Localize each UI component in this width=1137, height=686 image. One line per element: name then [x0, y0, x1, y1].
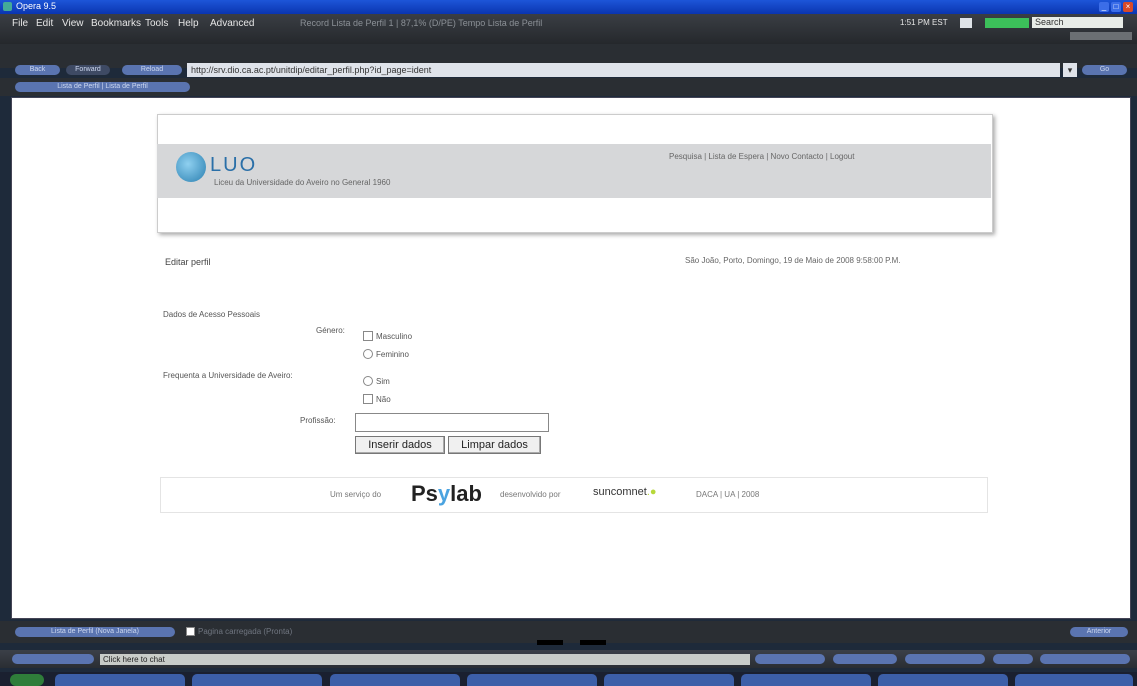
profession-label: Profissão:	[300, 416, 336, 425]
gender-label: Género:	[316, 326, 345, 335]
splitter-handle[interactable]	[537, 640, 563, 645]
chat-tool-5[interactable]	[1040, 654, 1130, 664]
menu-file[interactable]: File	[12, 18, 28, 29]
profession-input[interactable]	[355, 413, 549, 432]
online-status-icon	[985, 18, 1029, 28]
gender-feminino-label: Feminino	[376, 350, 409, 359]
footer-credits: DACA | UA | 2008	[696, 490, 760, 499]
suncomnet-logo[interactable]: suncomnet.●	[593, 486, 657, 498]
site-header-band	[157, 144, 991, 198]
gender-masculino-label: Masculino	[376, 332, 413, 341]
chat-tool-3[interactable]	[905, 654, 985, 664]
taskbar-item-4[interactable]	[467, 674, 597, 686]
status-checkbox[interactable]	[186, 627, 195, 636]
taskbar-item-8[interactable]	[1015, 674, 1133, 686]
window-title: Opera 9.5	[16, 1, 57, 11]
chat-tool-1[interactable]	[755, 654, 825, 664]
gender-feminino-radio[interactable]	[363, 349, 373, 359]
close-icon[interactable]: ×	[1123, 2, 1133, 12]
go-button[interactable]: Go	[1082, 65, 1127, 75]
back-button[interactable]: Back	[15, 65, 60, 75]
date-time-text: São João, Porto, Domingo, 19 de Maio de …	[685, 256, 901, 265]
taskbar-item-7[interactable]	[878, 674, 1008, 686]
university-nao-checkbox[interactable]	[363, 394, 373, 404]
clear-data-button[interactable]: Limpar dados	[448, 436, 541, 454]
header-links[interactable]: Pesquisa | Lista de Espera | Novo Contac…	[669, 152, 854, 161]
footer-developed-text: desenvolvido por	[500, 490, 561, 499]
menu-tools[interactable]: Tools	[145, 18, 168, 29]
chat-tool-4[interactable]	[993, 654, 1033, 664]
taskbar-item-3[interactable]	[330, 674, 460, 686]
toolbar-slider[interactable]	[1070, 32, 1132, 40]
window-title-bar: Opera 9.5 _ □ ×	[0, 0, 1137, 14]
tab-lista-de-perfil[interactable]: Lista de Perfil | Lista de Perfil	[15, 82, 190, 92]
menu-status-text: Record Lista de Perfil 1 | 87,1% (D/PE) …	[300, 18, 543, 28]
status-tab-pill[interactable]: Lista de Perfil (Nova Janela)	[15, 627, 175, 637]
start-button[interactable]	[10, 674, 44, 686]
maximize-icon[interactable]: □	[1111, 2, 1121, 12]
gender-masculino-checkbox[interactable]	[363, 331, 373, 341]
status-bar: Lista de Perfil (Nova Janela) Pagina car…	[0, 621, 1137, 645]
clock-text: 1:51 PM EST	[900, 18, 948, 27]
site-footer	[160, 477, 988, 513]
chat-input[interactable]: Click here to chat	[100, 654, 750, 665]
user-icon[interactable]	[960, 18, 972, 28]
university-sim-label: Sim	[376, 377, 390, 386]
taskbar-item-6[interactable]	[741, 674, 871, 686]
menu-bar: File Edit View Bookmarks Tools Help Adva…	[0, 14, 1137, 44]
chevron-down-icon[interactable]: ▾	[1063, 63, 1077, 77]
menu-help[interactable]: Help	[178, 18, 199, 29]
status-right-pill[interactable]: Anterior	[1070, 627, 1128, 637]
university-label: Frequenta a Universidade de Aveiro:	[163, 371, 293, 380]
status-text: Pagina carregada (Pronta)	[198, 627, 293, 636]
taskbar-item-5[interactable]	[604, 674, 734, 686]
university-nao-label: Não	[376, 395, 391, 404]
reload-button[interactable]: Reload	[122, 65, 182, 75]
logo-icon	[176, 152, 206, 182]
site-logo[interactable]: LUO	[210, 154, 257, 177]
menu-view[interactable]: View	[62, 18, 84, 29]
university-sim-radio[interactable]	[363, 376, 373, 386]
psylab-logo[interactable]: Psylab	[411, 481, 482, 507]
address-input[interactable]: http://srv.dio.ca.ac.pt/unitdip/editar_p…	[187, 63, 1060, 77]
menu-edit[interactable]: Edit	[36, 18, 53, 29]
minimize-icon[interactable]: _	[1099, 2, 1109, 12]
app-icon	[3, 2, 12, 11]
site-subtitle: Liceu da Universidade do Aveiro no Gener…	[214, 178, 391, 187]
menu-bookmarks[interactable]: Bookmarks	[91, 18, 141, 29]
form-section-title: Dados de Acesso Pessoais	[163, 310, 260, 319]
insert-data-button[interactable]: Inserir dados	[355, 436, 445, 454]
footer-service-text: Um serviço do	[330, 490, 382, 499]
menu-advanced[interactable]: Advanced	[210, 18, 254, 29]
forward-button[interactable]: Forward	[66, 65, 110, 75]
search-input[interactable]: Search	[1032, 17, 1123, 28]
tab-bar: Lista de Perfil | Lista de Perfil	[0, 78, 1137, 96]
page-title: Editar perfil	[165, 257, 211, 267]
taskbar-item-2[interactable]	[192, 674, 322, 686]
chat-contacts-pill[interactable]	[12, 654, 94, 664]
taskbar-item-1[interactable]	[55, 674, 185, 686]
chat-tool-2[interactable]	[833, 654, 897, 664]
splitter-handle-2[interactable]	[580, 640, 606, 645]
